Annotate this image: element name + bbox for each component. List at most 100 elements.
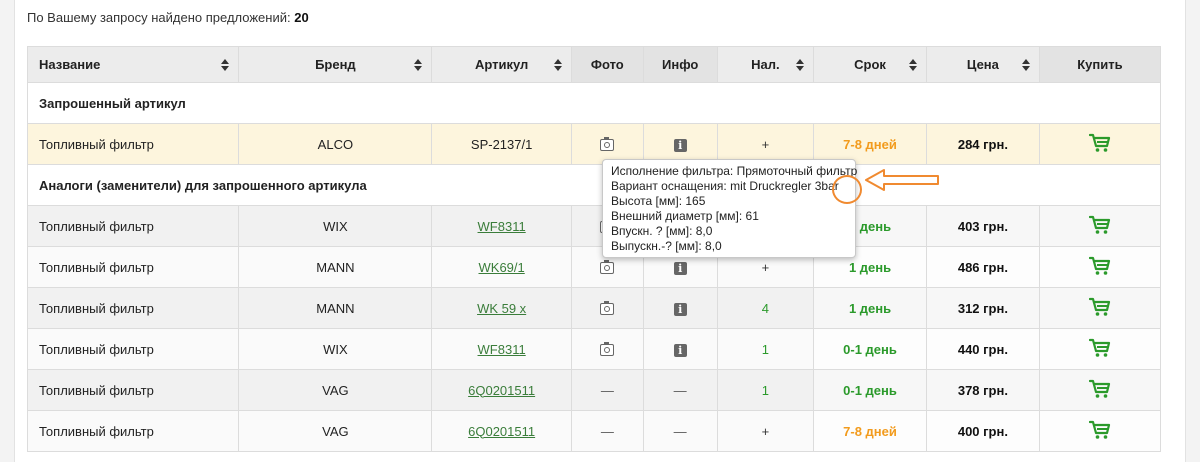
cell-price: 312 грн. (925, 287, 1040, 329)
cell-article: WK69/1 (431, 246, 572, 288)
info-icon[interactable]: i (673, 302, 687, 316)
cell-brand: WIX (238, 205, 433, 247)
cell-brand: MANN (238, 246, 433, 288)
group-row-requested: Запрошенный артикул (27, 82, 1161, 124)
cell-article: 6Q0201511 (431, 369, 572, 411)
col-header-article[interactable]: Артикул (431, 46, 572, 83)
sort-icon[interactable] (414, 58, 423, 71)
sort-icon[interactable] (553, 58, 562, 71)
article-link[interactable]: WK69/1 (479, 260, 525, 275)
cell-buy (1038, 328, 1162, 370)
info-icon[interactable]: i (673, 343, 687, 357)
cell-buy (1038, 410, 1162, 452)
cart-icon[interactable] (1088, 133, 1111, 156)
camera-icon[interactable] (600, 301, 615, 316)
cell-stock: + (716, 410, 815, 452)
cell-brand: WIX (238, 328, 433, 370)
sort-icon[interactable] (1021, 58, 1030, 71)
cell-buy (1038, 287, 1162, 329)
col-header-buy: Купить (1038, 46, 1162, 83)
cell-term: 1 день (813, 287, 927, 329)
sort-icon[interactable] (796, 58, 805, 71)
cell-photo (570, 287, 644, 329)
group-label-analogs: Аналоги (заменители) для запрошенного ар… (27, 164, 1161, 206)
col-header-term[interactable]: Срок (813, 46, 927, 83)
article-link[interactable]: WF8311 (478, 342, 526, 357)
cart-icon[interactable] (1088, 215, 1111, 238)
tooltip-line: Выпускн.-? [мм]: 8,0 (611, 239, 722, 253)
col-header-info: Инфо (642, 46, 718, 83)
info-dash: — (673, 382, 687, 398)
cell-photo: — (570, 410, 644, 452)
cell-brand: MANN (238, 287, 433, 329)
tooltip-line: Внешний диаметр [мм]: 61 (611, 209, 759, 223)
cell-brand: ALCO (238, 123, 433, 165)
info-icon[interactable]: i (673, 138, 687, 152)
cell-photo (570, 328, 644, 370)
col-header-brand[interactable]: Бренд (238, 46, 433, 83)
table-row: Топливный фильтр WIX WF8311 i 1 0-1 день 440 г… (26, 328, 1162, 370)
group-row-analogs: Аналоги (заменители) для запрошенного ар… (27, 164, 1161, 206)
results-table: Название Бренд Артикул Фото Инфо Нал. Ср… (26, 46, 1162, 452)
cell-name: Топливный фильтр (26, 123, 240, 165)
table-row: Топливный фильтрWIXWF8311i1 день403 грн. (26, 205, 1162, 247)
info-icon[interactable]: i (673, 261, 687, 275)
cart-icon[interactable] (1088, 297, 1111, 320)
cell-term: 7-8 дней (813, 410, 927, 452)
cell-name: Топливный фильтр (26, 246, 240, 288)
col-header-price[interactable]: Цена (925, 46, 1040, 83)
cell-name: Топливный фильтр (26, 287, 240, 329)
cart-icon[interactable] (1088, 420, 1111, 443)
cell-article: WF8311 (431, 328, 572, 370)
table-row-requested: Топливный фильтр ALCO SP-2137/1 i + 7-8 … (26, 123, 1162, 165)
cell-price: 403 грн. (925, 205, 1040, 247)
table-row: Топливный фильтр VAG 6Q0201511 — — 1 0-1 день 3… (26, 369, 1162, 411)
annotation-circle (832, 175, 862, 204)
col-header-photo: Фото (570, 46, 644, 83)
cell-article: WF8311 (431, 205, 572, 247)
camera-icon[interactable] (600, 342, 615, 357)
article-link[interactable]: WF8311 (478, 219, 526, 234)
cell-name: Топливный фильтр (26, 410, 240, 452)
sort-icon[interactable] (221, 58, 230, 71)
cell-stock: 1 (716, 328, 815, 370)
cell-photo: — (570, 369, 644, 411)
table-row: Топливный фильтр MANN WK69/1 i +1 день 486 гр… (26, 246, 1162, 288)
article-link[interactable]: WK 59 x (477, 301, 526, 316)
cart-icon[interactable] (1088, 256, 1111, 279)
sort-icon[interactable] (908, 58, 917, 71)
cell-stock: 4 (716, 287, 815, 329)
cell-article: WK 59 x (431, 287, 572, 329)
results-summary: По Вашему запросу найдено предложений: 2… (27, 10, 309, 25)
cell-term: 0-1 день (813, 369, 927, 411)
cell-info: — (642, 369, 718, 411)
summary-count: 20 (294, 10, 309, 25)
tooltip-line: Вариант оснащения: mit Druckregler 3bar (611, 179, 839, 193)
info-tooltip: Исполнение фильтра: Прямоточный фильтр Ва… (602, 159, 857, 258)
cell-info: i (642, 328, 718, 370)
col-header-stock[interactable]: Нал. (716, 46, 815, 83)
photo-dash: — (600, 382, 614, 398)
tooltip-line: Высота [мм]: 165 (611, 194, 706, 208)
camera-icon[interactable] (600, 137, 615, 152)
info-dash: — (673, 423, 687, 439)
cell-term: 0-1 день (813, 328, 927, 370)
group-label-requested: Запрошенный артикул (27, 82, 1161, 124)
cell-brand: VAG (238, 410, 433, 452)
article-link[interactable]: 6Q0201511 (468, 383, 535, 398)
article-link[interactable]: 6Q0201511 (468, 424, 535, 439)
col-header-name[interactable]: Название (26, 46, 240, 83)
tooltip-line: Впускн. ? [мм]: 8,0 (611, 224, 713, 238)
cell-buy (1038, 123, 1162, 165)
camera-icon[interactable] (600, 260, 615, 275)
cart-icon[interactable] (1088, 379, 1111, 402)
cell-price: 378 грн. (925, 369, 1040, 411)
cart-icon[interactable] (1088, 338, 1111, 361)
cell-buy (1038, 369, 1162, 411)
table-row: Топливный фильтр MANN WK 59 x i 41 день 312 г… (26, 287, 1162, 329)
summary-label: По Вашему запросу найдено предложений: (27, 10, 291, 25)
cell-price: 440 грн. (925, 328, 1040, 370)
photo-dash: — (600, 423, 614, 439)
cell-info: — (642, 410, 718, 452)
cell-buy (1038, 205, 1162, 247)
